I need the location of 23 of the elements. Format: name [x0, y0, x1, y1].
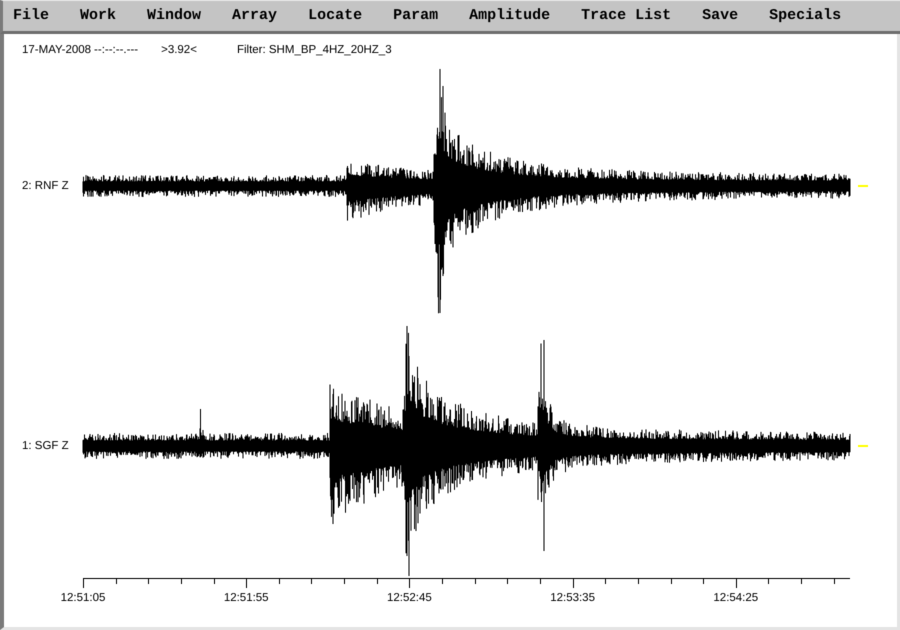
- time-text: --:--:--.---: [94, 44, 138, 57]
- menu-item[interactable]: Locate: [304, 5, 366, 27]
- trace-label: 1: SGF Z: [22, 440, 69, 452]
- tick-label: 12:54:25: [713, 592, 758, 604]
- menu-item[interactable]: Amplitude: [465, 5, 554, 27]
- tick-label: 12:51:55: [224, 592, 269, 604]
- reading-text: >3.92<: [161, 44, 197, 57]
- menu-item[interactable]: Window: [143, 5, 206, 27]
- dash-marker-icon: [858, 185, 868, 187]
- menu-item[interactable]: Work: [76, 5, 120, 27]
- tick-label: 12:52:45: [387, 592, 432, 604]
- menu-item[interactable]: File: [9, 5, 54, 27]
- dash-marker-icon: [858, 445, 868, 447]
- menu-item[interactable]: Param: [389, 5, 442, 27]
- menu-item[interactable]: Trace List: [577, 5, 676, 27]
- menu-item[interactable]: Array: [228, 5, 282, 27]
- trace-label: 2: RNF Z: [22, 180, 69, 192]
- tick-label: 12:53:35: [550, 592, 595, 604]
- date-text: 17-MAY-2008: [22, 44, 92, 57]
- filter-text: Filter: SHM_BP_4HZ_20HZ_3: [236, 44, 392, 57]
- menu-item[interactable]: Specials: [765, 5, 846, 27]
- menu-item[interactable]: Save: [698, 5, 742, 27]
- tick-label: 12:51:05: [60, 592, 106, 604]
